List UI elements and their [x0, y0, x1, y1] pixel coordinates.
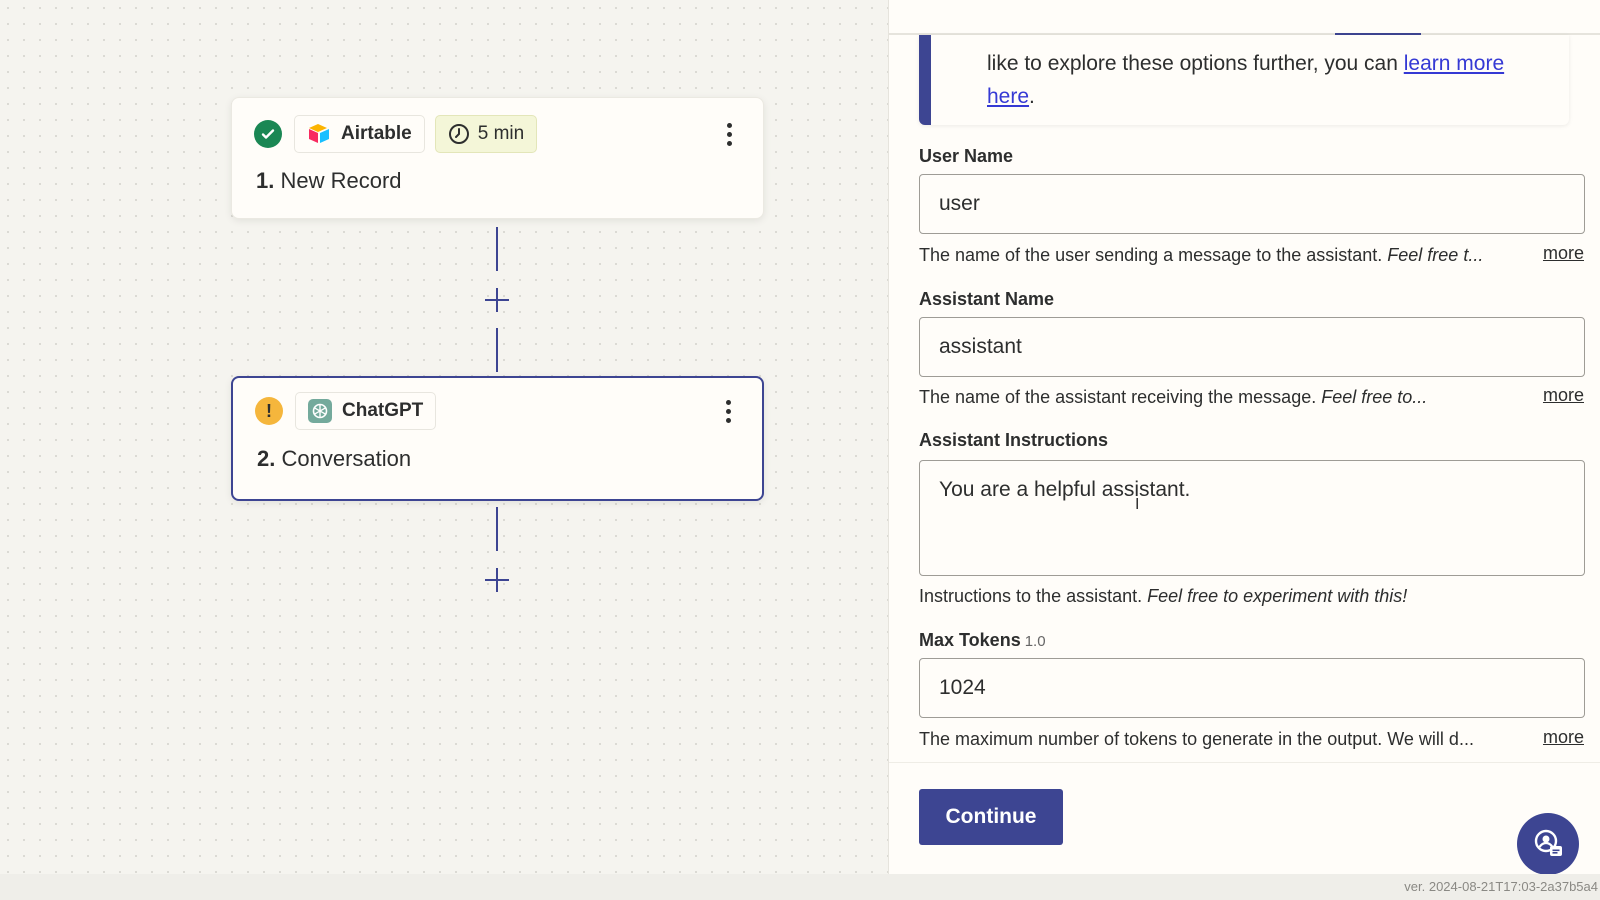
warning-icon: !	[255, 397, 283, 425]
help-text: The name of the assistant receiving the …	[919, 387, 1322, 407]
max-tokens-more-link[interactable]: more	[1543, 727, 1584, 748]
assistant-name-help: The name of the assistant receiving the …	[919, 387, 1519, 408]
step-number: 2.	[257, 446, 276, 471]
help-text: The maximum number of tokens to generate…	[919, 729, 1474, 749]
assistant-instructions-textarea[interactable]: You are a helpful assistant.	[919, 460, 1585, 576]
app-pill-chatgpt: ChatGPT	[295, 392, 437, 430]
user-name-label: User Name	[919, 146, 1014, 166]
add-step-plus-icon[interactable]	[484, 567, 510, 593]
help-text-italic: Feel free to experiment with this!	[1147, 586, 1408, 606]
status-footer: ver. 2024-08-21T17:03-2a37b5a4	[0, 874, 1600, 900]
assistant-name-more-link[interactable]: more	[1543, 385, 1584, 406]
app-name: Airtable	[341, 123, 412, 144]
user-name-help: The name of the user sending a message t…	[919, 245, 1519, 266]
clock-icon	[448, 123, 470, 145]
notice-text: like to explore these options further, y…	[987, 52, 1404, 75]
step-card-new-record[interactable]: Airtable 5 min 1. New Record	[231, 97, 764, 219]
max-tokens-help: The maximum number of tokens to generate…	[919, 729, 1519, 750]
step-menu-icon[interactable]	[716, 393, 740, 429]
step-title: 2. Conversation	[257, 446, 411, 472]
max-tokens-label: Max Tokens 1.0	[919, 630, 1046, 651]
connector-line	[496, 227, 498, 271]
polling-time-label: 5 min	[477, 123, 525, 144]
step-menu-icon[interactable]	[717, 116, 741, 152]
max-tokens-input[interactable]	[919, 658, 1585, 718]
warning-glyph: !	[266, 400, 272, 421]
polling-time-pill[interactable]: 5 min	[434, 115, 538, 153]
assistant-instructions-label: Assistant Instructions	[919, 430, 1109, 450]
add-step-plus-icon[interactable]	[484, 287, 510, 313]
continue-button[interactable]: Continue	[919, 789, 1063, 845]
assistant-instructions-help: Instructions to the assistant. Feel free…	[919, 586, 1519, 607]
step-title-text: Conversation	[281, 446, 412, 471]
chat-support-icon[interactable]	[1517, 813, 1579, 875]
field-version-badge: 1.0	[1024, 633, 1046, 650]
workflow-canvas[interactable]: Airtable 5 min 1. New Record ! ChatGPT 2…	[0, 0, 888, 874]
airtable-logo-icon	[307, 122, 331, 146]
step-number: 1.	[256, 168, 275, 193]
version-label: ver. 2024-08-21T17:03-2a37b5a4	[1404, 879, 1598, 894]
user-name-more-link[interactable]: more	[1543, 243, 1584, 264]
app-name: ChatGPT	[342, 400, 424, 421]
connector-line	[496, 507, 498, 551]
help-text: Instructions to the assistant.	[919, 586, 1148, 606]
check-icon	[254, 120, 282, 148]
assistant-name-label: Assistant Name	[919, 289, 1055, 309]
user-name-input[interactable]	[919, 174, 1585, 234]
app-pill-airtable: Airtable	[294, 115, 425, 153]
step-card-header: ! ChatGPT	[255, 391, 740, 431]
step-card-header: Airtable 5 min	[254, 114, 741, 154]
connector-line	[496, 328, 498, 372]
help-text-italic: Feel free to...	[1321, 387, 1428, 407]
step-card-conversation[interactable]: ! ChatGPT 2. Conversation	[231, 376, 764, 501]
notice-suffix: .	[1029, 85, 1035, 108]
step-config-panel: like to explore these options further, y…	[888, 0, 1600, 875]
help-text: The name of the user sending a message t…	[919, 245, 1388, 265]
text-cursor-icon: I	[1135, 496, 1140, 513]
chatgpt-logo-icon	[308, 399, 332, 423]
step-title-text: New Record	[280, 168, 402, 193]
max-tokens-label-text: Max Tokens	[919, 630, 1021, 650]
assistant-name-input[interactable]	[919, 317, 1585, 377]
step-title: 1. New Record	[256, 168, 402, 194]
info-notice: like to explore these options further, y…	[919, 35, 1569, 125]
panel-footer: Continue	[889, 762, 1600, 875]
help-text-italic: Feel free t...	[1387, 245, 1484, 265]
